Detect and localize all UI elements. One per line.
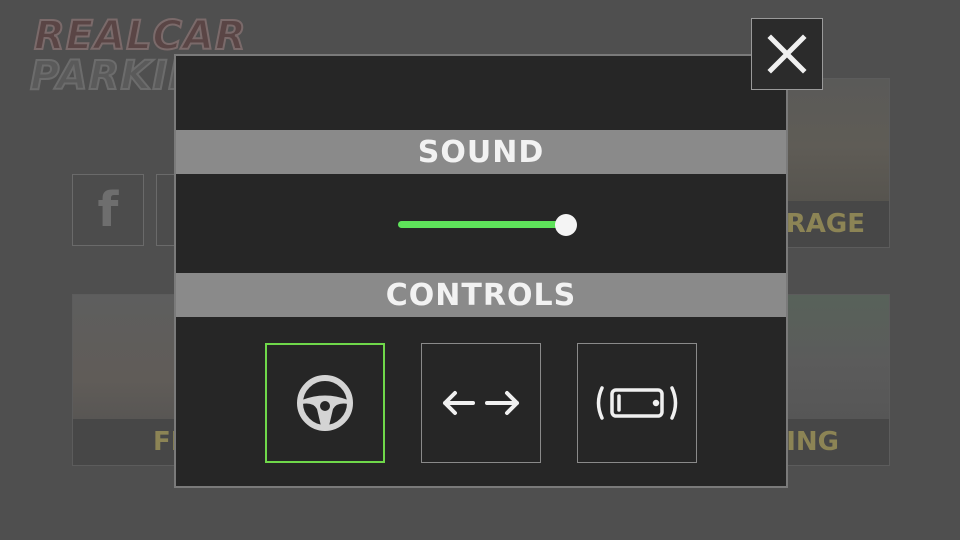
free-mode-caption: FREE <box>73 419 183 465</box>
steering-wheel-control-button[interactable] <box>265 343 385 463</box>
sound-section-title: SOUND <box>176 130 786 174</box>
controls-section-title: CONTROLS <box>176 273 786 317</box>
volume-slider[interactable] <box>398 214 577 236</box>
parking-mode-tile: PARKING <box>782 294 890 466</box>
garage-caption: GARAGE <box>783 201 889 247</box>
free-mode-tile: FREE <box>72 294 184 466</box>
volume-slider-fill <box>398 221 566 228</box>
logo-line-1: REALCAR <box>33 13 247 59</box>
arrows-left-right-icon <box>443 391 519 415</box>
facebook-icon: f <box>97 182 119 238</box>
close-icon <box>767 34 807 74</box>
parking-mode-caption: PARKING <box>783 419 889 465</box>
volume-slider-knob[interactable] <box>555 214 577 236</box>
steering-wheel-icon <box>297 375 353 431</box>
facebook-button: f <box>72 174 144 246</box>
close-button[interactable] <box>751 18 823 90</box>
garage-tile: GARAGE <box>782 78 890 248</box>
tilt-control-button[interactable] <box>577 343 697 463</box>
arrows-control-button[interactable] <box>421 343 541 463</box>
tilt-phone-icon <box>596 386 678 420</box>
settings-dialog: SOUND CONTROLS <box>174 54 788 488</box>
